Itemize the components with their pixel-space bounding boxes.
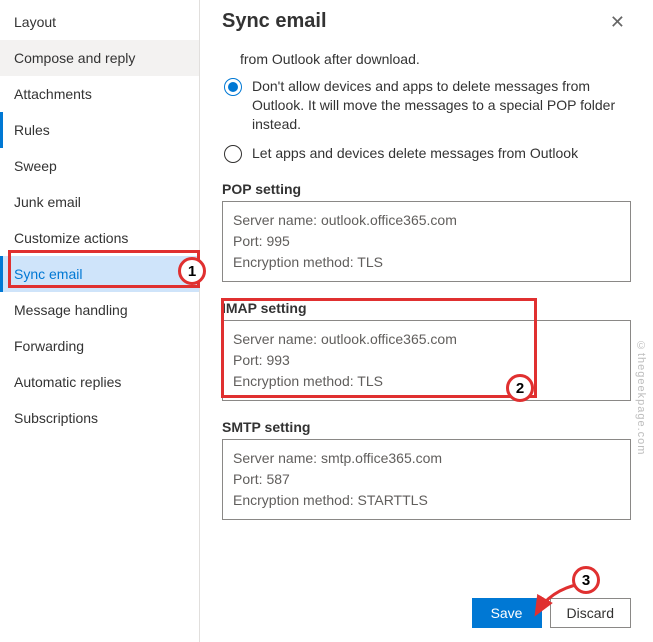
radio-label: Don't allow devices and apps to delete m… — [252, 77, 631, 134]
pop-port: 995 — [266, 233, 289, 249]
settings-sidebar: Layout Compose and reply Attachments Rul… — [0, 0, 200, 642]
footer-actions: Save Discard — [472, 598, 631, 628]
description-fragment: from Outlook after download. — [222, 51, 631, 67]
close-icon[interactable]: ✕ — [604, 10, 631, 35]
discard-button[interactable]: Discard — [550, 598, 631, 628]
pop-heading: POP setting — [222, 181, 631, 197]
radio-dont-allow-delete[interactable]: Don't allow devices and apps to delete m… — [224, 77, 631, 134]
smtp-port: 587 — [266, 471, 289, 487]
pop-delete-radio-group: Don't allow devices and apps to delete m… — [224, 77, 631, 163]
radio-label: Let apps and devices delete messages fro… — [252, 144, 578, 163]
sidebar-item-label: Sync email — [14, 266, 82, 282]
radio-icon — [224, 78, 242, 96]
pop-server: outlook.office365.com — [321, 212, 457, 228]
smtp-setting-box: Server name: smtp.office365.com Port: 58… — [222, 439, 631, 520]
sidebar-item-label: Compose and reply — [14, 50, 135, 66]
sidebar-item-label: Attachments — [14, 86, 92, 102]
page-title: Sync email — [222, 10, 327, 33]
sidebar-item-automatic-replies[interactable]: Automatic replies — [0, 364, 199, 400]
rules-indicator — [0, 112, 3, 148]
sidebar-item-label: Sweep — [14, 158, 57, 174]
pop-encryption: TLS — [357, 254, 383, 270]
radio-icon — [224, 145, 242, 163]
sidebar-item-customize-actions[interactable]: Customize actions — [0, 220, 199, 256]
save-button[interactable]: Save — [472, 598, 542, 628]
main-panel: Sync email ✕ from Outlook after download… — [200, 0, 653, 642]
sidebar-item-message-handling[interactable]: Message handling — [0, 292, 199, 328]
sidebar-item-label: Subscriptions — [14, 410, 98, 426]
sidebar-item-label: Automatic replies — [14, 374, 121, 390]
radio-allow-delete[interactable]: Let apps and devices delete messages fro… — [224, 144, 631, 163]
imap-encryption: TLS — [357, 373, 383, 389]
sidebar-item-junk-email[interactable]: Junk email — [0, 184, 199, 220]
imap-heading: IMAP setting — [222, 300, 631, 316]
smtp-heading: SMTP setting — [222, 419, 631, 435]
smtp-encryption: STARTTLS — [358, 492, 428, 508]
sidebar-item-label: Junk email — [14, 194, 81, 210]
pop-setting-box: Server name: outlook.office365.com Port:… — [222, 201, 631, 282]
sidebar-item-label: Rules — [14, 122, 50, 138]
sidebar-item-label: Customize actions — [14, 230, 128, 246]
sidebar-item-attachments[interactable]: Attachments — [0, 76, 199, 112]
sidebar-item-layout[interactable]: Layout — [0, 4, 199, 40]
sidebar-item-label: Message handling — [14, 302, 128, 318]
sidebar-item-forwarding[interactable]: Forwarding — [0, 328, 199, 364]
sidebar-item-subscriptions[interactable]: Subscriptions — [0, 400, 199, 436]
smtp-server: smtp.office365.com — [321, 450, 442, 466]
sidebar-item-rules[interactable]: Rules — [0, 112, 199, 148]
sidebar-item-compose-reply[interactable]: Compose and reply — [0, 40, 199, 76]
sidebar-item-sweep[interactable]: Sweep — [0, 148, 199, 184]
sidebar-item-label: Forwarding — [14, 338, 84, 354]
imap-port: 993 — [266, 352, 289, 368]
sidebar-item-label: Layout — [14, 14, 56, 30]
sidebar-item-sync-email[interactable]: Sync email — [0, 256, 199, 292]
imap-setting-box: Server name: outlook.office365.com Port:… — [222, 320, 631, 401]
imap-server: outlook.office365.com — [321, 331, 457, 347]
